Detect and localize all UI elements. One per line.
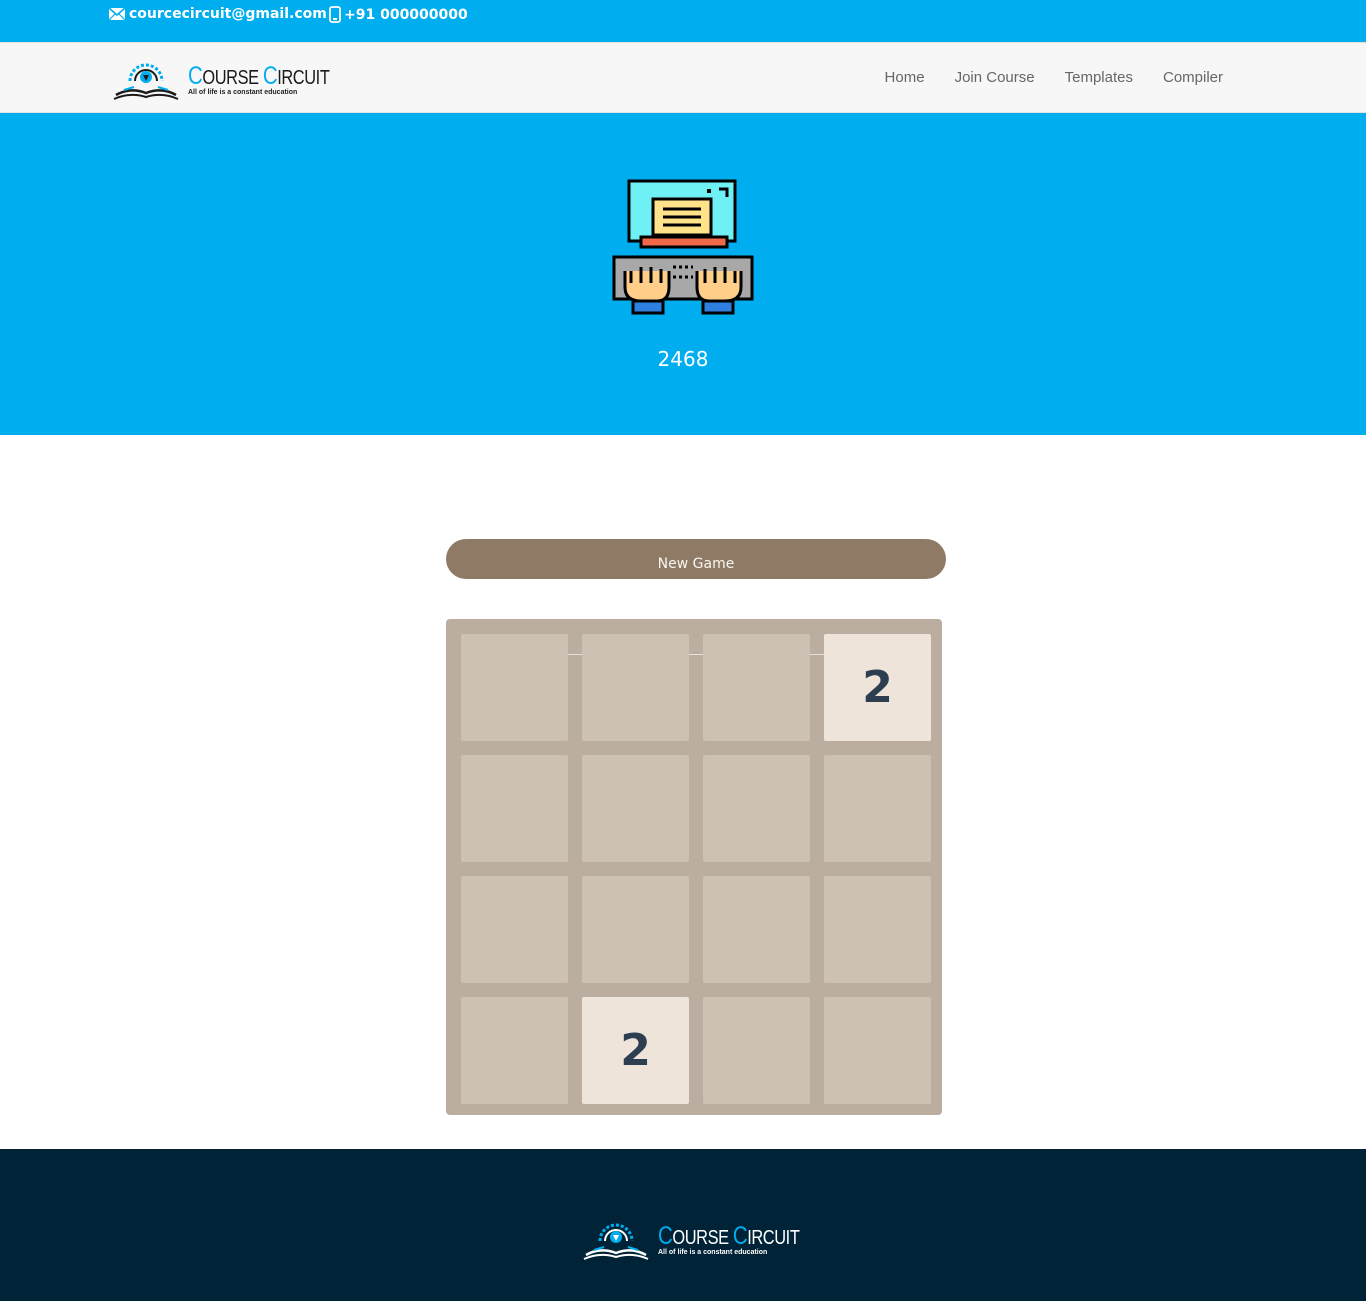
footer-logo[interactable]: COURSE CIRCUIT All of life is a constant…: [582, 1217, 830, 1261]
grid-cell: [703, 876, 810, 983]
book-logo-icon: [583, 1223, 649, 1260]
tile: 2: [582, 997, 689, 1104]
book-logo-icon: [113, 63, 179, 100]
page-title: 2468: [657, 347, 709, 371]
tile: 2: [824, 634, 931, 741]
grid-cell: [703, 997, 810, 1104]
brand-tagline: All of life is a constant education: [188, 89, 298, 96]
footer-brand-text: COURSE CIRCUIT All of life is a constant…: [658, 1222, 830, 1257]
phone-icon: [329, 6, 341, 23]
grid-cell: [582, 755, 689, 862]
footer-brand-tagline: All of life is a constant education: [658, 1249, 768, 1256]
grid-cell: [461, 634, 568, 741]
grid-cell: [461, 876, 568, 983]
grid-cell: [824, 876, 931, 983]
hero-banner: 2468: [0, 113, 1366, 435]
grid-cell: [824, 997, 931, 1104]
grid-cell: [824, 755, 931, 862]
grid-cell: [461, 997, 568, 1104]
nav-home[interactable]: Home: [885, 69, 925, 86]
computer-typing-icon: [612, 179, 754, 315]
game-board[interactable]: 22: [446, 619, 942, 1115]
contact-phone[interactable]: +91 000000000: [329, 6, 468, 23]
navbar: COURSE CIRCUIT All of life is a constant…: [0, 42, 1366, 113]
grid-cell: [461, 755, 568, 862]
new-game-button[interactable]: New Game: [446, 539, 946, 579]
grid-cell: [582, 634, 689, 741]
contact-email[interactable]: courcecircuit@gmail.com: [108, 6, 327, 22]
grid-cell: [582, 876, 689, 983]
envelope-icon: [108, 7, 126, 21]
brand-name: COURSE CIRCUIT: [188, 62, 330, 90]
contact-phone-text: +91 000000000: [344, 6, 468, 23]
nav-templates[interactable]: Templates: [1065, 69, 1133, 86]
grid-cell: [703, 755, 810, 862]
nav-join-course[interactable]: Join Course: [955, 69, 1035, 86]
contact-email-text: courcecircuit@gmail.com: [129, 6, 327, 22]
main-nav: Home Join Course Templates Compiler: [855, 43, 1223, 112]
brand-logo[interactable]: COURSE CIRCUIT All of life is a constant…: [112, 57, 360, 101]
footer-brand-name: COURSE CIRCUIT: [658, 1222, 800, 1250]
brand-text: COURSE CIRCUIT All of life is a constant…: [188, 62, 360, 97]
contact-bar: courcecircuit@gmail.com +91 000000000: [0, 0, 1366, 42]
footer: COURSE CIRCUIT All of life is a constant…: [0, 1149, 1366, 1301]
grid-cell: [703, 634, 810, 741]
nav-compiler[interactable]: Compiler: [1163, 69, 1223, 86]
